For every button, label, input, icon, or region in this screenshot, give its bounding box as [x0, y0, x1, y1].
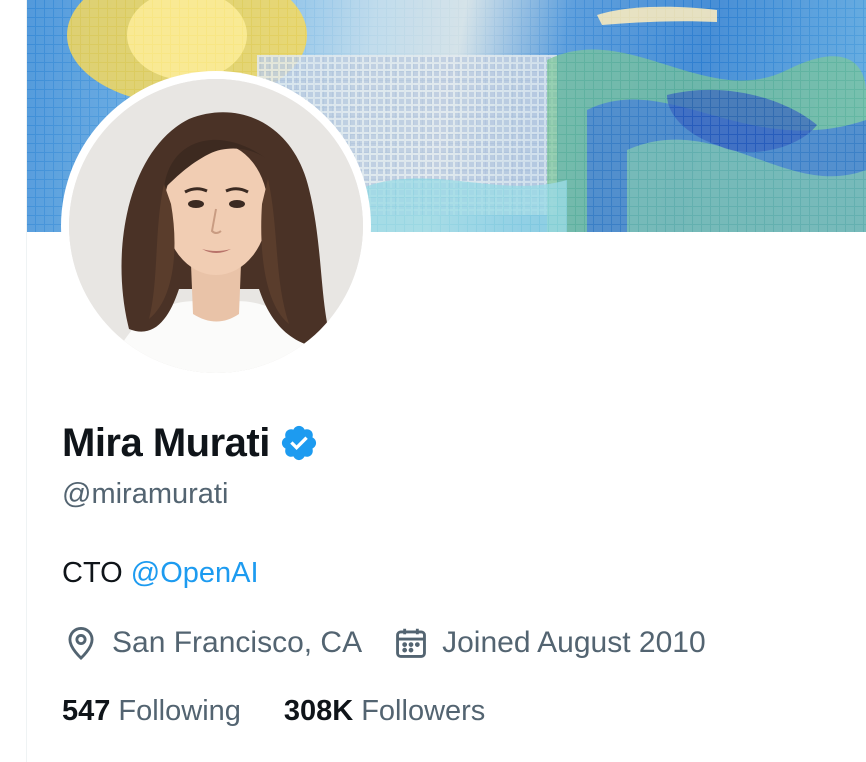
verified-badge-icon[interactable]: [279, 423, 319, 463]
location-text: San Francisco, CA: [112, 626, 363, 659]
location-pin-icon: [62, 624, 100, 662]
avatar-photo: [69, 79, 363, 373]
bio-text: CTO: [62, 557, 131, 589]
location-item: San Francisco, CA: [62, 624, 362, 662]
profile-avatar[interactable]: [61, 71, 371, 381]
profile-handle: @miramurati: [62, 478, 229, 510]
joined-text: Joined August 2010: [442, 626, 706, 659]
joined-item: Joined August 2010: [392, 624, 706, 662]
bio-mention-link[interactable]: @OpenAI: [131, 557, 259, 589]
followers-label: Followers: [361, 695, 486, 727]
following-count: 547: [62, 695, 111, 727]
calendar-icon: [392, 624, 430, 662]
profile-meta: San Francisco, CA Joined August 2010: [62, 624, 706, 662]
following-link[interactable]: 547 Following: [62, 695, 241, 728]
display-name: Mira Murati: [62, 420, 270, 465]
followers-count: 308K: [283, 695, 354, 727]
name-row: Mira Murati: [62, 415, 319, 471]
profile-bio: CTO @OpenAI: [62, 557, 259, 590]
followers-link[interactable]: 308K Followers: [284, 695, 485, 728]
following-label: Following: [118, 695, 241, 727]
follow-stats: 547 Following 308K Followers: [62, 695, 485, 728]
